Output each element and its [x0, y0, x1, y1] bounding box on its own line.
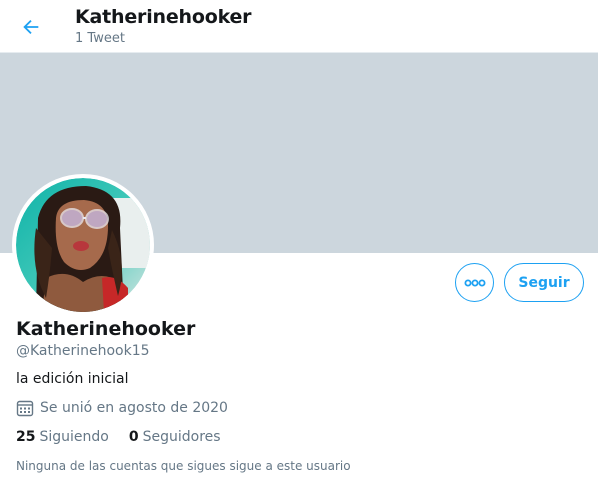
following-link[interactable]: 25 Siguiendo — [16, 429, 109, 445]
follow-button[interactable]: Seguir — [504, 263, 584, 302]
user-handle: @Katherinehook15 — [16, 343, 150, 359]
avatar-frame — [12, 174, 154, 316]
followers-count: 0 — [128, 429, 139, 445]
followers-label: Seguidores — [142, 429, 221, 445]
back-button[interactable] — [14, 10, 48, 44]
profile-bio: la edición inicial — [16, 371, 129, 387]
calendar-icon — [16, 400, 34, 417]
arrow-left-icon — [23, 19, 39, 35]
profile-stats: 25 Siguiendo 0 Seguidores — [16, 429, 221, 445]
more-options-button[interactable] — [455, 263, 494, 302]
followers-you-know: Ninguna de las cuentas que sigues sigue … — [16, 459, 351, 473]
profile-header: Katherinehooker 1 Tweet — [0, 0, 598, 53]
profile-page: Katherinehooker 1 Tweet Seguir Katherine… — [0, 0, 598, 488]
followers-link[interactable]: 0 Seguidores — [129, 429, 221, 445]
more-dots-icon — [464, 279, 485, 286]
tweet-count: 1 Tweet — [75, 31, 125, 46]
join-date-text: Se unió en agosto de 2020 — [40, 400, 228, 416]
following-label: Siguiendo — [39, 429, 109, 445]
header-title: Katherinehooker — [75, 6, 252, 28]
join-date: Se unió en agosto de 2020 — [16, 399, 228, 417]
avatar[interactable] — [16, 178, 150, 312]
display-name: Katherinehooker — [16, 318, 196, 340]
following-count: 25 — [16, 429, 36, 445]
